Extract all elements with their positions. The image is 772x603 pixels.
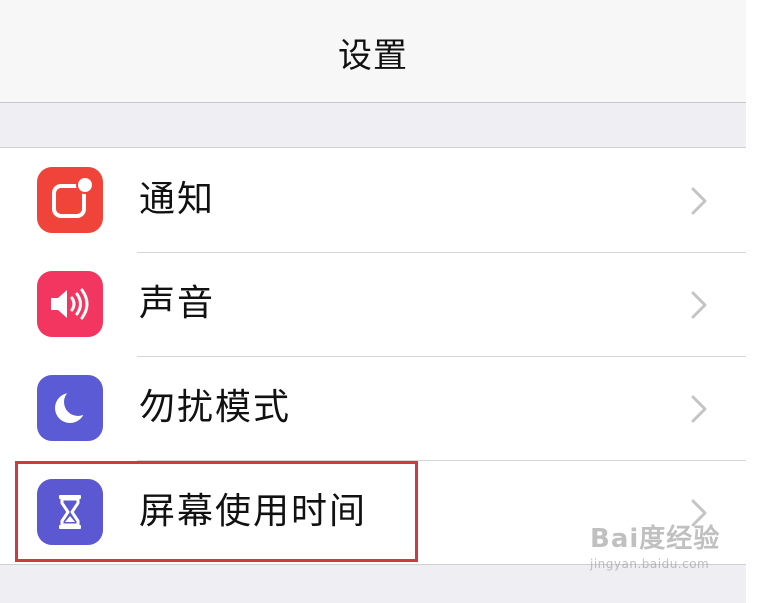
- page-title: 设置: [338, 36, 408, 76]
- settings-item-label: 声音: [139, 283, 216, 324]
- navigation-bar: 设置: [0, 0, 746, 103]
- settings-item-label: 通知: [139, 179, 216, 220]
- settings-item-label: 勿扰模式: [139, 387, 292, 428]
- watermark: Bai度经验 jingyan.baidu.com: [590, 518, 720, 571]
- sounds-icon: [37, 271, 103, 337]
- settings-item-notifications[interactable]: 通知: [0, 148, 746, 252]
- settings-item-sounds[interactable]: 声音: [0, 252, 746, 356]
- chevron-right-icon: [691, 291, 707, 319]
- watermark-url: jingyan.baidu.com: [590, 557, 710, 571]
- watermark-logo: Bai度经验: [590, 524, 721, 554]
- chevron-right-icon: [691, 395, 707, 423]
- right-edge-strip: [746, 0, 772, 603]
- settings-screen: 设置 通知 声音 勿扰模式 屏幕使用时间 Bai度经验 jingyan.baid…: [0, 0, 772, 603]
- highlight-box: [15, 461, 418, 562]
- do-not-disturb-moon-icon: [37, 375, 103, 441]
- settings-item-do-not-disturb[interactable]: 勿扰模式: [0, 356, 746, 460]
- notifications-icon: [37, 167, 103, 233]
- chevron-right-icon: [691, 187, 707, 215]
